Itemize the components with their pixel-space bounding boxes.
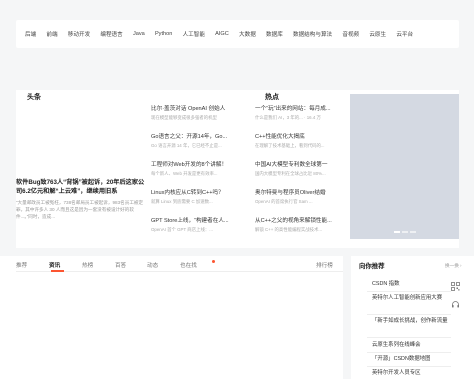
feed-section: 推荐 资讯 热榜 百答 动态 也在找 排行榜 <box>0 256 343 379</box>
divider <box>367 314 451 315</box>
news-desc: OpenAI 首个 GPT 商店上线：... <box>151 227 213 232</box>
carousel-dot[interactable] <box>394 231 400 233</box>
feed-tabs: 推荐 资讯 热榜 百答 动态 也在找 排行榜 <box>16 256 343 272</box>
nav-item-mobile[interactable]: 移动开发 <box>68 30 90 38</box>
news-item[interactable]: C++性能优化大揭底 在理解了技术基础上，看到代码的... <box>255 133 332 161</box>
news-desc: 国内大模型专利在全球占比近 80%... <box>255 171 326 176</box>
nav-item-java[interactable]: Java <box>133 31 145 37</box>
nav-item-cloud-platform[interactable]: 云平台 <box>396 30 413 38</box>
news-title[interactable]: Linux内核应从C转到C++吗？ <box>151 189 229 197</box>
page: 后端 前端 移动开发 编程语言 Java Python 人工智能 AIGC 大数… <box>0 0 474 379</box>
news-title[interactable]: 奥尔特曼与程序员Oliver结婚 <box>255 189 332 197</box>
divider <box>367 366 451 367</box>
news-desc: Go 语言开源 14 年，它已经不止是... <box>151 143 222 148</box>
carousel-dot[interactable] <box>402 231 408 233</box>
news-desc: 什么是我们 AI，3 年的... · 16.4 万 <box>255 115 321 120</box>
headline-title[interactable]: 软件Bug致763人“背锅”被起诉，20年后这家公司6.2亿元和解“上云难”，继… <box>16 178 146 196</box>
nav-item-ai[interactable]: 人工智能 <box>183 30 205 38</box>
news-title[interactable]: Go语言之父：开源14年，Go... <box>151 133 229 141</box>
news-desc: 就算 Linux 到底需要 C 加速数... <box>151 199 213 204</box>
news-title[interactable]: 中国AI大模型专利数全球第一 <box>255 161 332 169</box>
tab-looking[interactable]: 也在找 <box>180 261 197 269</box>
news-title[interactable]: 比尔·盖茨对话 OpenAI 创始人 <box>151 105 229 113</box>
nav-item-algorithms[interactable]: 数据结构与算法 <box>293 30 332 38</box>
headline-desc: “大量邮政员工被冤枉，738名邮局员工被起诉，983名员工被定罪，其中许多人 3… <box>16 200 144 219</box>
nav-item-audio-video[interactable]: 音视频 <box>342 30 359 38</box>
active-tab-indicator <box>51 270 64 272</box>
news-title[interactable]: C++性能优化大揭底 <box>255 133 332 141</box>
qr-code-icon[interactable] <box>451 282 460 291</box>
recommend-title: 向你推荐 <box>359 263 385 270</box>
hero-section: 头条 热点 软件Bug致763人“背锅”被起诉，20年后这家公司6.2亿元和解“… <box>16 90 459 248</box>
news-item[interactable]: 从C++之父的视角来解锁性能... 解锁 C++ 的高性能编程实战技术... <box>255 217 332 245</box>
nav-item-cloud-native[interactable]: 云原生 <box>369 30 386 38</box>
carousel-dots <box>394 231 416 233</box>
news-title[interactable]: GPT Store上线，“构建者在人... <box>151 217 229 225</box>
news-desc: 每个新人、Web 开发是更有效率... <box>151 171 218 176</box>
nav-item-aigc[interactable]: AIGC <box>215 31 229 37</box>
news-title[interactable]: 一个“玩”出来的网站：每月成... <box>255 105 332 113</box>
recommend-item[interactable]: 英特尔开发人员专区 <box>372 369 450 378</box>
tab-news[interactable]: 资讯 <box>49 261 60 269</box>
divider <box>367 291 451 292</box>
hot-heading: 热点 <box>265 94 279 101</box>
tab-answers[interactable]: 百答 <box>115 261 126 269</box>
news-item[interactable]: Linux内核应从C转到C++吗？ 就算 Linux 到底需要 C 加速数... <box>151 189 229 217</box>
divider <box>367 352 451 353</box>
headset-icon[interactable] <box>451 300 460 309</box>
banner-carousel[interactable] <box>350 94 459 239</box>
news-item[interactable]: Go语言之父：开源14年，Go... Go 语言开源 14 年，它已经不止是..… <box>151 133 229 161</box>
category-nav: 后端 前端 移动开发 编程语言 Java Python 人工智能 AIGC 大数… <box>16 20 459 48</box>
headline-article[interactable]: 软件Bug致763人“背锅”被起诉，20年后这家公司6.2亿元和解“上云难”，继… <box>16 178 146 220</box>
recommend-item[interactable]: 「开源」CSDN数据地图 <box>372 355 450 364</box>
tab-ranking[interactable]: 排行榜 <box>316 261 333 269</box>
recommend-item[interactable]: 「新手如成长挑战，创作新流量 <box>372 317 450 326</box>
tab-recommend[interactable]: 推荐 <box>16 261 27 269</box>
news-item[interactable]: 中国AI大模型专利数全球第一 国内大模型专利在全球占比近 80%... <box>255 161 332 189</box>
recommend-item[interactable]: 云原生系列在线峰会 <box>372 341 450 350</box>
carousel-dot[interactable] <box>410 231 416 233</box>
recommend-panel: 向你推荐 换一换 › CSDN 指数 英特尔人工智能创新应用大赛 「新手如成长挑… <box>351 256 474 379</box>
news-item[interactable]: 奥尔特曼与程序员Oliver结婚 OpenAI 的首席执行官 Sam ... <box>255 189 332 217</box>
news-column-2: 一个“玩”出来的网站：每月成... 什么是我们 AI，3 年的... · 16.… <box>255 105 332 245</box>
nav-item-python[interactable]: Python <box>155 31 172 37</box>
recommend-item[interactable]: 英特尔人工智能创新应用大赛 <box>372 294 450 303</box>
news-desc: OpenAI 的首席执行官 Sam ... <box>255 199 313 204</box>
news-desc: 在理解了技术基础上，看到代码的... <box>255 143 325 148</box>
divider <box>367 337 451 338</box>
news-desc: 现在模型能够变成很多强者的机型 <box>151 115 217 120</box>
news-item[interactable]: 一个“玩”出来的网站：每月成... 什么是我们 AI，3 年的... · 16.… <box>255 105 332 133</box>
nav-item-bigdata[interactable]: 大数据 <box>239 30 256 38</box>
news-title[interactable]: 从C++之父的视角来解锁性能... <box>255 217 332 225</box>
right-rail <box>449 282 462 309</box>
tab-hot[interactable]: 热榜 <box>82 261 93 269</box>
refresh-link[interactable]: 换一换 › <box>445 263 462 269</box>
notification-dot <box>212 260 215 263</box>
news-item[interactable]: 比尔·盖茨对话 OpenAI 创始人 现在模型能够变成很多强者的机型 <box>151 105 229 133</box>
nav-item-backend[interactable]: 后端 <box>25 30 36 38</box>
headline-heading: 头条 <box>27 94 41 101</box>
nav-item-database[interactable]: 数据库 <box>266 30 283 38</box>
news-column-1: 比尔·盖茨对话 OpenAI 创始人 现在模型能够变成很多强者的机型 Go语言之… <box>151 105 229 245</box>
news-item[interactable]: GPT Store上线，“构建者在人... OpenAI 首个 GPT 商店上线… <box>151 217 229 245</box>
nav-item-languages[interactable]: 编程语言 <box>100 30 122 38</box>
news-title[interactable]: 工程师对Web开发的8个讲解！ <box>151 161 229 169</box>
recommend-item[interactable]: CSDN 指数 <box>372 280 450 289</box>
news-desc: 解锁 C++ 的高性能编程实战技术... <box>255 227 323 232</box>
nav-item-frontend[interactable]: 前端 <box>46 30 57 38</box>
news-item[interactable]: 工程师对Web开发的8个讲解！ 每个新人、Web 开发是更有效率... <box>151 161 229 189</box>
tab-activity[interactable]: 动态 <box>147 261 158 269</box>
